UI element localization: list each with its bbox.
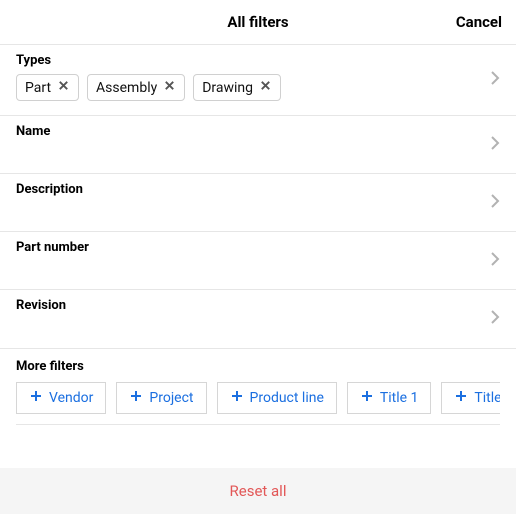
chevron-right-icon <box>486 308 504 330</box>
type-chip-part[interactable]: Part <box>16 74 79 101</box>
add-filter-label: Title 2 <box>474 390 500 406</box>
add-filter-title-2[interactable]: Title 2 <box>441 382 500 414</box>
more-filters-section: More filters Vendor Project Product line <box>0 349 516 425</box>
chip-label: Assembly <box>96 80 157 96</box>
cancel-button[interactable]: Cancel <box>456 0 502 44</box>
chip-label: Drawing <box>202 80 253 96</box>
header-title: All filters <box>227 13 288 31</box>
more-filters-scroll[interactable]: Vendor Project Product line Title 1 Titl… <box>16 382 500 414</box>
add-filter-label: Vendor <box>49 390 93 406</box>
section-label: Types <box>16 53 500 68</box>
type-chip-drawing[interactable]: Drawing <box>193 74 281 101</box>
chevron-right-icon <box>486 250 504 272</box>
chevron-right-icon <box>486 192 504 214</box>
plus-icon <box>129 389 143 407</box>
divider <box>16 424 500 425</box>
close-icon[interactable] <box>163 79 176 96</box>
section-label: Revision <box>16 298 500 313</box>
filter-section-description[interactable]: Description <box>0 174 516 232</box>
close-icon[interactable] <box>259 79 272 96</box>
more-filters-row: Vendor Project Product line Title 1 Titl… <box>16 382 500 414</box>
add-filter-label: Title 1 <box>380 390 419 406</box>
add-filter-vendor[interactable]: Vendor <box>16 382 106 414</box>
plus-icon <box>29 389 43 407</box>
add-filter-product-line[interactable]: Product line <box>217 382 337 414</box>
type-chip-assembly[interactable]: Assembly <box>87 74 185 101</box>
chevron-right-icon <box>486 69 504 91</box>
add-filter-title-1[interactable]: Title 1 <box>347 382 432 414</box>
filter-section-revision[interactable]: Revision <box>0 290 516 348</box>
header: All filters Cancel <box>0 0 516 44</box>
filters-panel: All filters Cancel Types Part Assembly D… <box>0 0 516 514</box>
plus-icon <box>230 389 244 407</box>
plus-icon <box>360 389 374 407</box>
plus-icon <box>454 389 468 407</box>
footer: Reset all <box>0 468 516 514</box>
add-filter-project[interactable]: Project <box>116 382 206 414</box>
filter-section-part-number[interactable]: Part number <box>0 232 516 290</box>
filter-section-types[interactable]: Types Part Assembly Drawing <box>0 45 516 116</box>
close-icon[interactable] <box>57 79 70 96</box>
types-chips: Part Assembly Drawing <box>16 74 500 101</box>
section-label: Part number <box>16 240 500 255</box>
section-label: More filters <box>16 359 500 374</box>
chevron-right-icon <box>486 134 504 156</box>
add-filter-label: Product line <box>250 390 324 406</box>
reset-all-button[interactable]: Reset all <box>230 482 287 500</box>
chip-label: Part <box>25 80 51 96</box>
section-label: Name <box>16 124 500 139</box>
filter-section-name[interactable]: Name <box>0 116 516 174</box>
section-label: Description <box>16 182 500 197</box>
add-filter-label: Project <box>149 390 193 406</box>
